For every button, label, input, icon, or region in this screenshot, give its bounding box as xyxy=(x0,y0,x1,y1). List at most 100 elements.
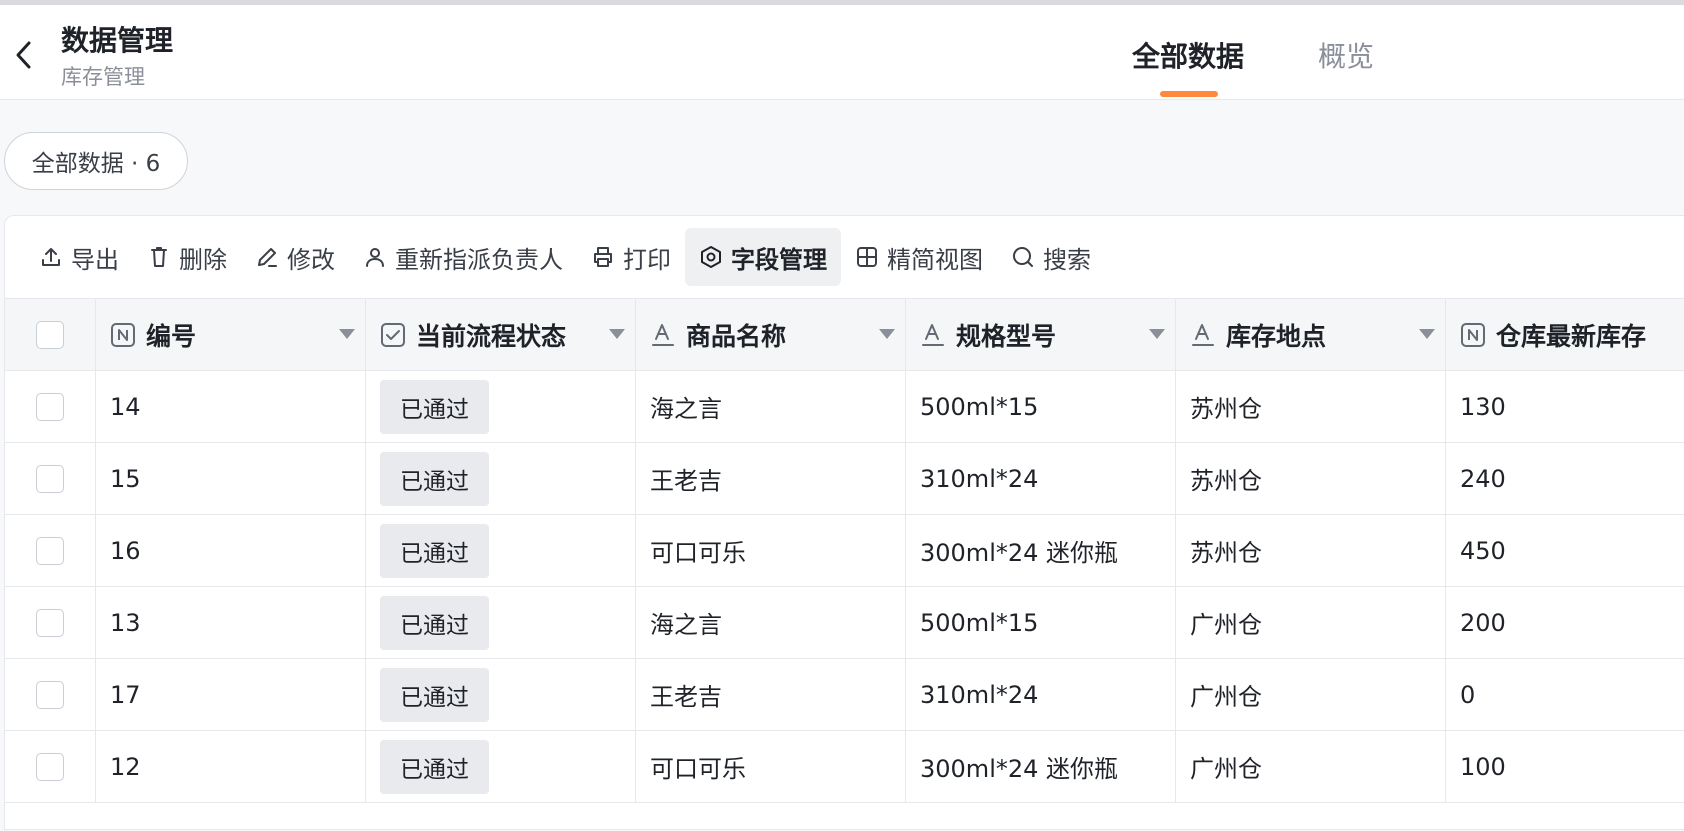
search-button[interactable]: 搜索 xyxy=(997,228,1105,286)
column-header-id[interactable]: 编号 xyxy=(96,299,366,370)
cell-spec[interactable]: 300ml*24 迷你瓶 xyxy=(906,731,1176,802)
cell-product-name[interactable]: 海之言 xyxy=(636,587,906,658)
cell-latest-stock[interactable]: 240 xyxy=(1446,443,1684,514)
cell-latest-stock[interactable]: 200 xyxy=(1446,587,1684,658)
select-all-cell xyxy=(5,299,96,370)
table-row[interactable]: 13 已通过 海之言 500ml*15 广州仓 200 xyxy=(5,587,1684,659)
row-checkbox[interactable] xyxy=(36,464,64,493)
text-field-icon xyxy=(652,323,674,346)
cell-location[interactable]: 广州仓 xyxy=(1176,659,1446,730)
cell-product-name[interactable]: 王老吉 xyxy=(636,659,906,730)
print-button[interactable]: 打印 xyxy=(577,228,685,286)
table-row[interactable]: 17 已通过 王老吉 310ml*24 广州仓 0 xyxy=(5,659,1684,731)
reassign-owner-button[interactable]: 重新指派负责人 xyxy=(349,228,577,286)
row-checkbox[interactable] xyxy=(36,680,64,709)
page-subtitle: 库存管理 xyxy=(61,65,145,89)
settings-icon xyxy=(701,246,721,268)
view-selector-chip[interactable]: 全部数据 · 6 xyxy=(4,132,188,190)
cell-product-name[interactable]: 王老吉 xyxy=(636,443,906,514)
row-checkbox[interactable] xyxy=(36,608,64,637)
cell-status[interactable]: 已通过 xyxy=(366,371,636,442)
column-header-latest-stock[interactable]: 仓库最新库存 xyxy=(1446,299,1684,370)
field-manage-label: 字段管理 xyxy=(731,245,827,274)
back-button[interactable] xyxy=(8,33,38,77)
row-select-cell xyxy=(5,515,96,586)
table-row[interactable]: 16 已通过 可口可乐 300ml*24 迷你瓶 苏州仓 450 xyxy=(5,515,1684,587)
data-panel: 导出 删除 修改 重新指派负责人 打印 字段管理 精简视图 搜索 编号 当前流程… xyxy=(4,215,1684,830)
trash-icon xyxy=(151,247,167,267)
table-row[interactable]: 15 已通过 王老吉 310ml*24 苏州仓 240 xyxy=(5,443,1684,515)
cell-status[interactable]: 已通过 xyxy=(366,443,636,514)
cell-spec[interactable]: 500ml*15 xyxy=(906,587,1176,658)
export-button[interactable]: 导出 xyxy=(25,228,133,286)
cell-latest-stock[interactable]: 450 xyxy=(1446,515,1684,586)
cell-product-name[interactable]: 可口可乐 xyxy=(636,515,906,586)
cell-latest-stock[interactable]: 0 xyxy=(1446,659,1684,730)
column-header-spec[interactable]: 规格型号 xyxy=(906,299,1176,370)
column-header-label: 仓库最新库存 xyxy=(1496,321,1647,351)
column-menu-caret[interactable] xyxy=(609,329,625,339)
column-header-label: 商品名称 xyxy=(686,321,787,351)
page-header: 数据管理 库存管理 全部数据 概览 xyxy=(0,5,1684,100)
cell-product-name[interactable]: 可口可乐 xyxy=(636,731,906,802)
cell-status[interactable]: 已通过 xyxy=(366,587,636,658)
export-label: 导出 xyxy=(71,245,119,274)
number-field-icon xyxy=(1461,322,1485,347)
table-row[interactable]: 12 已通过 可口可乐 300ml*24 迷你瓶 广州仓 100 xyxy=(5,731,1684,803)
column-menu-caret[interactable] xyxy=(879,329,895,339)
column-menu-caret[interactable] xyxy=(1149,329,1165,339)
column-header-product-name[interactable]: 商品名称 xyxy=(636,299,906,370)
cell-status[interactable]: 已通过 xyxy=(366,731,636,802)
tab-overview[interactable]: 概览 xyxy=(1318,35,1374,75)
edit-button[interactable]: 修改 xyxy=(241,228,349,286)
delete-label: 删除 xyxy=(179,245,227,274)
cell-spec[interactable]: 300ml*24 迷你瓶 xyxy=(906,515,1176,586)
column-header-label: 当前流程状态 xyxy=(416,321,567,351)
status-badge: 已通过 xyxy=(380,667,489,722)
cell-product-name[interactable]: 海之言 xyxy=(636,371,906,442)
cell-location[interactable]: 广州仓 xyxy=(1176,587,1446,658)
cell-id[interactable]: 16 xyxy=(96,515,366,586)
cell-status[interactable]: 已通过 xyxy=(366,659,636,730)
cell-latest-stock[interactable]: 100 xyxy=(1446,731,1684,802)
cell-location[interactable]: 苏州仓 xyxy=(1176,443,1446,514)
pencil-icon xyxy=(258,248,277,267)
column-menu-caret[interactable] xyxy=(339,329,355,339)
cell-spec[interactable]: 500ml*15 xyxy=(906,371,1176,442)
compact-view-button[interactable]: 精简视图 xyxy=(841,228,997,286)
cell-id[interactable]: 17 xyxy=(96,659,366,730)
text-field-icon xyxy=(1192,323,1214,346)
column-header-location[interactable]: 库存地点 xyxy=(1176,299,1446,370)
column-header-label: 规格型号 xyxy=(956,321,1057,351)
status-badge: 已通过 xyxy=(380,523,489,578)
cell-spec[interactable]: 310ml*24 xyxy=(906,443,1176,514)
cell-id[interactable]: 13 xyxy=(96,587,366,658)
table-header-row: 编号 当前流程状态 商品名称 规格型号 库存地点 仓库最新库存 xyxy=(5,299,1684,371)
cell-location[interactable]: 广州仓 xyxy=(1176,731,1446,802)
row-checkbox[interactable] xyxy=(36,392,64,421)
column-menu-caret[interactable] xyxy=(1419,329,1435,339)
cell-location[interactable]: 苏州仓 xyxy=(1176,371,1446,442)
grid-icon xyxy=(857,247,877,267)
column-header-status[interactable]: 当前流程状态 xyxy=(366,299,636,370)
status-badge: 已通过 xyxy=(380,739,489,794)
user-icon xyxy=(366,248,384,267)
tab-all-data[interactable]: 全部数据 xyxy=(1132,35,1244,75)
delete-button[interactable]: 删除 xyxy=(133,228,241,286)
status-badge: 已通过 xyxy=(380,379,489,434)
cell-status[interactable]: 已通过 xyxy=(366,515,636,586)
column-header-label: 编号 xyxy=(146,321,197,351)
cell-id[interactable]: 14 xyxy=(96,371,366,442)
select-all-checkbox[interactable] xyxy=(36,320,64,349)
table-row[interactable]: 14 已通过 海之言 500ml*15 苏州仓 130 xyxy=(5,371,1684,443)
cell-spec[interactable]: 310ml*24 xyxy=(906,659,1176,730)
cell-location[interactable]: 苏州仓 xyxy=(1176,515,1446,586)
printer-icon xyxy=(594,247,612,267)
row-select-cell xyxy=(5,443,96,514)
cell-id[interactable]: 15 xyxy=(96,443,366,514)
row-checkbox[interactable] xyxy=(36,752,64,781)
field-manage-button[interactable]: 字段管理 xyxy=(685,228,841,286)
cell-id[interactable]: 12 xyxy=(96,731,366,802)
cell-latest-stock[interactable]: 130 xyxy=(1446,371,1684,442)
row-checkbox[interactable] xyxy=(36,536,64,565)
